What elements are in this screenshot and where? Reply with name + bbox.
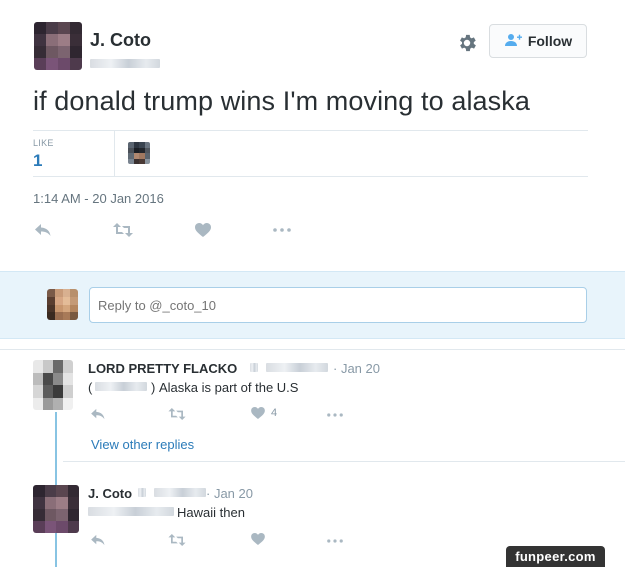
retweet-icon xyxy=(113,223,133,237)
reply-author-handle-redacted xyxy=(138,484,207,502)
author-name[interactable]: J. Coto xyxy=(90,30,151,51)
like-action[interactable] xyxy=(251,533,265,545)
reply-icon xyxy=(35,223,51,237)
reply-action[interactable] xyxy=(91,534,105,546)
reply-icon xyxy=(91,534,105,546)
reply-action[interactable] xyxy=(91,408,105,420)
liker-avatar[interactable] xyxy=(128,142,150,164)
divider xyxy=(33,130,588,131)
watermark: funpeer.com xyxy=(506,546,605,567)
stats-divider xyxy=(114,131,115,176)
tweet-timestamp[interactable]: 1:14 AM - 20 Jan 2016 xyxy=(33,191,164,206)
like-stat-label: LIKE xyxy=(33,138,54,148)
more-action[interactable] xyxy=(273,228,291,232)
reply-action[interactable] xyxy=(35,223,51,237)
retweet-icon xyxy=(168,534,186,546)
reply-author-handle-redacted xyxy=(250,359,329,377)
reply-author-name[interactable]: J. Coto xyxy=(88,486,132,501)
retweet-action[interactable] xyxy=(168,408,186,420)
more-action[interactable] xyxy=(327,539,343,543)
current-user-avatar xyxy=(47,289,78,320)
reply-author-avatar[interactable] xyxy=(33,360,73,410)
reply-text: Alaska is part of the U.S xyxy=(159,380,299,395)
like-action[interactable]: 4 xyxy=(251,407,277,419)
like-action[interactable] xyxy=(195,223,211,237)
follow-label: Follow xyxy=(527,33,573,49)
author-avatar[interactable] xyxy=(34,22,82,70)
reply-author-name[interactable]: LORD PRETTY FLACKO xyxy=(88,361,237,376)
reply-mention-open: ( xyxy=(88,380,93,395)
gear-icon[interactable] xyxy=(456,32,478,54)
more-icon xyxy=(327,413,343,417)
reply-mention-close: ) xyxy=(151,380,156,395)
mention-redacted xyxy=(88,503,174,521)
more-action[interactable] xyxy=(327,413,343,417)
reply-text: Hawaii then xyxy=(177,505,245,520)
like-count: 4 xyxy=(271,407,278,419)
reply-input[interactable] xyxy=(89,287,587,323)
more-icon xyxy=(273,228,291,232)
more-icon xyxy=(327,539,343,543)
tweet-text: if donald trump wins I'm moving to alask… xyxy=(33,86,530,116)
author-handle-redacted xyxy=(90,55,160,73)
reply-time[interactable]: · Jan 20 xyxy=(206,486,253,501)
follow-button[interactable]: Follow xyxy=(489,24,587,58)
retweet-action[interactable] xyxy=(113,223,133,237)
divider xyxy=(63,461,625,462)
heart-icon xyxy=(251,407,265,419)
add-user-icon xyxy=(504,33,522,50)
divider xyxy=(0,349,625,350)
heart-icon xyxy=(251,533,265,545)
reply-time[interactable]: · Jan 20 xyxy=(333,361,380,376)
retweet-action[interactable] xyxy=(168,534,186,546)
reply-author-avatar[interactable] xyxy=(33,485,79,533)
reply-icon xyxy=(91,408,105,420)
heart-icon xyxy=(195,223,211,237)
mention-redacted xyxy=(95,378,147,396)
view-other-replies-link[interactable]: View other replies xyxy=(91,437,194,452)
retweet-icon xyxy=(168,408,186,420)
like-stat-count[interactable]: 1 xyxy=(33,151,42,171)
divider xyxy=(33,176,588,177)
